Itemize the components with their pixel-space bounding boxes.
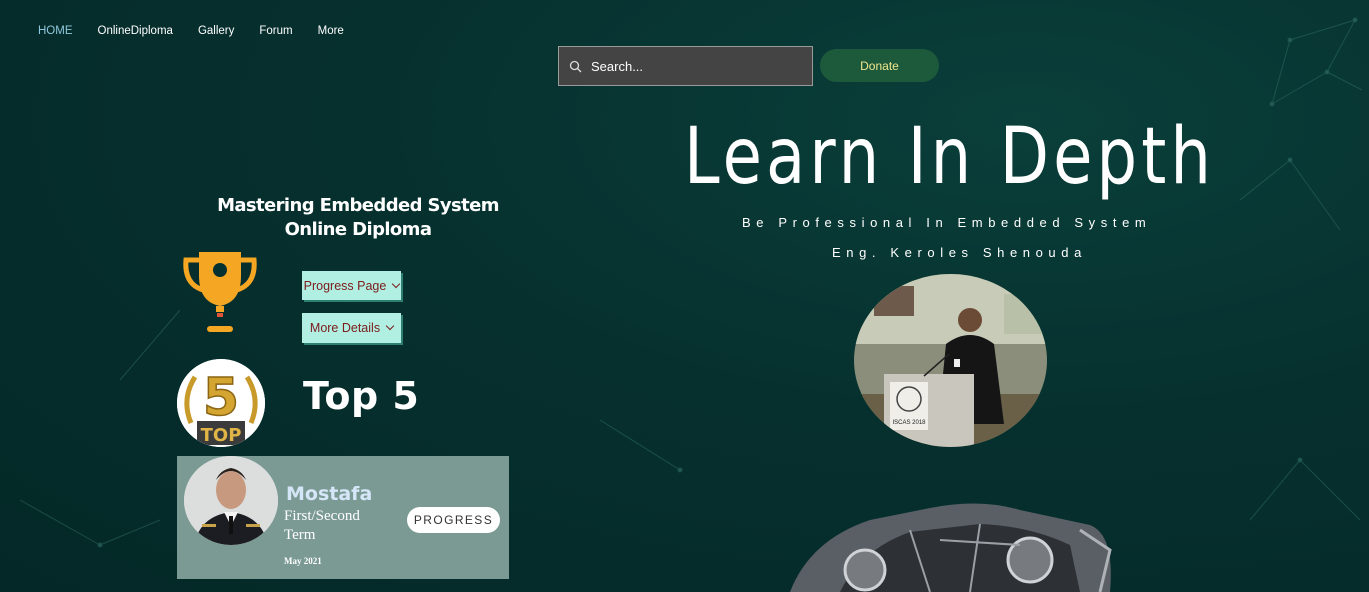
nav-item-home[interactable]: HOME <box>38 25 73 37</box>
badge-number: 5 <box>203 368 239 428</box>
nav-item-gallery[interactable]: Gallery <box>198 25 234 37</box>
more-details-button[interactable]: More Details <box>302 313 401 343</box>
top5-badge: 5 TOP <box>177 359 265 447</box>
progress-button[interactable]: PROGRESS <box>407 507 500 533</box>
trophy-icon <box>181 250 259 334</box>
nav-item-forum[interactable]: Forum <box>259 25 292 37</box>
progress-page-button[interactable]: Progress Page <box>302 271 401 300</box>
diploma-title: Mastering Embedded System Online Diploma <box>200 194 516 242</box>
podium-text: ISCAS 2018 <box>892 420 926 426</box>
nav-item-more[interactable]: More <box>318 25 344 37</box>
student-term: First/Second Term <box>284 508 360 543</box>
speaker-photo: ISCAS 2018 <box>854 274 1047 447</box>
car-image <box>780 490 1125 592</box>
main-nav: HOME OnlineDiploma Gallery Forum More <box>38 25 369 37</box>
hero-title: Learn In Depth <box>684 112 1216 202</box>
diploma-title-line2: Online Diploma <box>284 219 432 240</box>
more-details-label: More Details <box>309 321 381 335</box>
student-name: Mostafa <box>286 483 373 505</box>
hero-author: Eng. Keroles Shenouda <box>832 245 1087 260</box>
badge-text: TOP <box>201 425 242 446</box>
search-box[interactable] <box>558 46 813 86</box>
donate-button[interactable]: Donate <box>820 49 939 82</box>
top5-heading: Top 5 <box>303 374 420 418</box>
hero-subtitle: Be Professional In Embedded System <box>742 215 1152 230</box>
nav-item-onlinediploma[interactable]: OnlineDiploma <box>98 25 173 37</box>
progress-page-label: Progress Page <box>303 278 387 293</box>
student-card: Mostafa First/Second Term May 2021 PROGR… <box>177 456 509 579</box>
search-icon <box>559 46 591 86</box>
chevron-down-icon <box>385 321 395 331</box>
diploma-title-line1: Mastering Embedded System <box>217 195 499 216</box>
avatar <box>184 456 278 545</box>
search-input[interactable] <box>591 58 801 74</box>
student-date: May 2021 <box>284 556 322 566</box>
chevron-down-icon <box>392 279 401 288</box>
